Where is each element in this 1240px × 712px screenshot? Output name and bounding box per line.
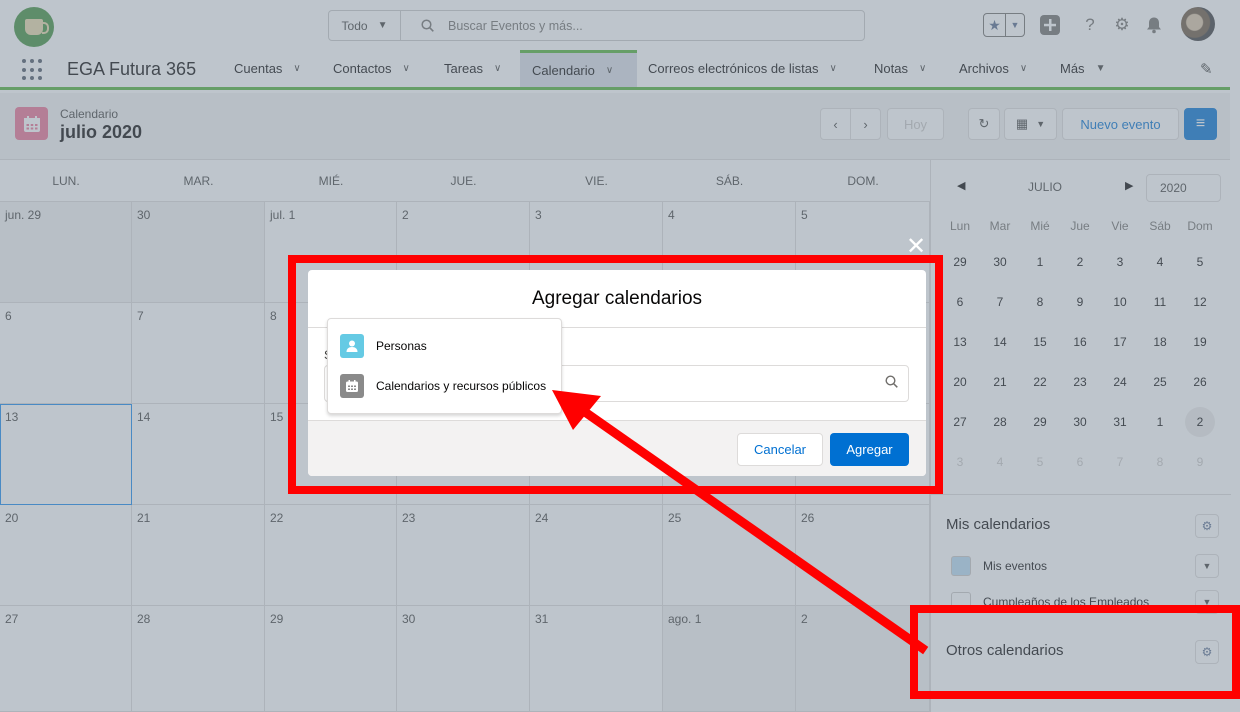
annotation-arrow <box>552 390 929 655</box>
